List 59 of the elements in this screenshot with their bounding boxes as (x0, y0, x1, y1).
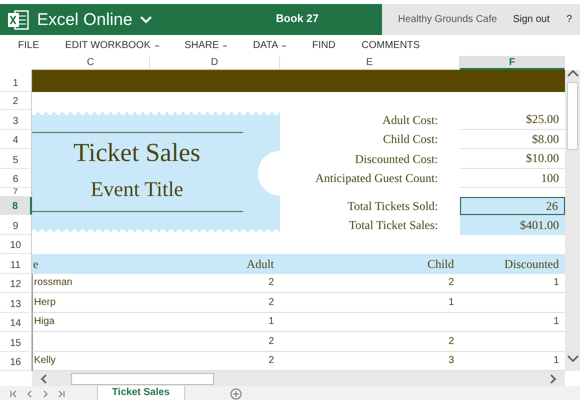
event-title: Event Title (90, 178, 184, 202)
ribbon-menu[interactable]: EDIT WORKBOOK (65, 38, 159, 53)
account-name[interactable]: Healthy Grounds Cafe (398, 12, 497, 27)
row-header[interactable]: 13 (0, 293, 32, 312)
row-header[interactable]: 15 (0, 332, 32, 352)
table-header[interactable]: Discounted (460, 254, 565, 274)
scroll-down-icon[interactable] (566, 355, 578, 363)
next-sheet-icon[interactable] (42, 390, 49, 398)
summary-label: Anticipated Guest Count: (314, 170, 439, 188)
summary-label: Child Cost: (382, 131, 439, 148)
total-cell[interactable]: 26 (460, 197, 565, 215)
scroll-left-icon[interactable] (40, 374, 47, 384)
sign-out-link[interactable]: Sign out (512, 12, 550, 27)
table-cell[interactable]: rossman (32, 274, 150, 293)
row-header[interactable]: 14 (0, 312, 32, 332)
summary-label: Total Ticket Sales: (348, 216, 439, 234)
first-sheet-icon[interactable] (10, 390, 17, 398)
table-cell[interactable]: 2 (280, 332, 460, 352)
table-cell[interactable]: Herp (32, 293, 150, 312)
ticket-title: Ticket Sales (74, 139, 200, 168)
previous-sheet-icon[interactable] (26, 390, 33, 398)
help-button[interactable]: ? (558, 12, 572, 27)
table-cell[interactable]: 1 (150, 312, 280, 332)
table-header[interactable]: Adult (150, 254, 280, 274)
table-cell[interactable]: 2 (150, 332, 280, 352)
scroll-up-icon[interactable] (566, 70, 578, 78)
row-header[interactable]: 12 (0, 274, 32, 293)
last-sheet-icon[interactable] (58, 390, 65, 398)
ribbon-menu[interactable]: SHARE (184, 38, 227, 53)
table-header[interactable]: e (32, 254, 150, 274)
table-cell[interactable]: 1 (280, 293, 460, 312)
sheet-tab[interactable]: Ticket Sales (97, 386, 185, 400)
row-header[interactable]: 8 (0, 197, 32, 215)
table-cell[interactable]: Higa (32, 312, 150, 332)
row-header[interactable]: 10 (0, 234, 32, 254)
table-cell[interactable]: 2 (150, 274, 280, 293)
scroll-right-icon[interactable] (550, 374, 557, 384)
total-cell[interactable]: $401.00 (460, 215, 565, 234)
add-sheet-icon[interactable] (230, 388, 242, 400)
column-header[interactable]: F (460, 56, 565, 70)
row-header[interactable]: 16 (0, 352, 32, 371)
ribbon-menu[interactable]: FIND (312, 38, 336, 53)
table-header[interactable]: Child (280, 254, 460, 274)
ribbon-menu[interactable]: FILE (18, 38, 40, 53)
ribbon-menu[interactable]: COMMENTS (362, 38, 420, 53)
table-cell[interactable]: 2 (150, 293, 280, 312)
table-cell[interactable] (32, 332, 150, 352)
summary-label: Adult Cost: (381, 112, 439, 129)
app-title: Excel Online (37, 8, 132, 31)
excel-logo-icon (8, 10, 29, 30)
ribbon-menu[interactable]: DATA (252, 38, 286, 53)
summary-label: Total Tickets Sold: (346, 198, 439, 215)
scrollbar-thumb[interactable] (71, 372, 214, 384)
app-menu-caret-icon[interactable] (140, 16, 152, 24)
scrollbar-thumb[interactable] (567, 82, 578, 150)
workbook-title[interactable]: Book 27 (216, 11, 319, 28)
table-cell[interactable]: 2 (280, 274, 460, 293)
row-header[interactable]: 2 (0, 92, 32, 110)
summary-label: Discounted Cost: (354, 150, 439, 168)
